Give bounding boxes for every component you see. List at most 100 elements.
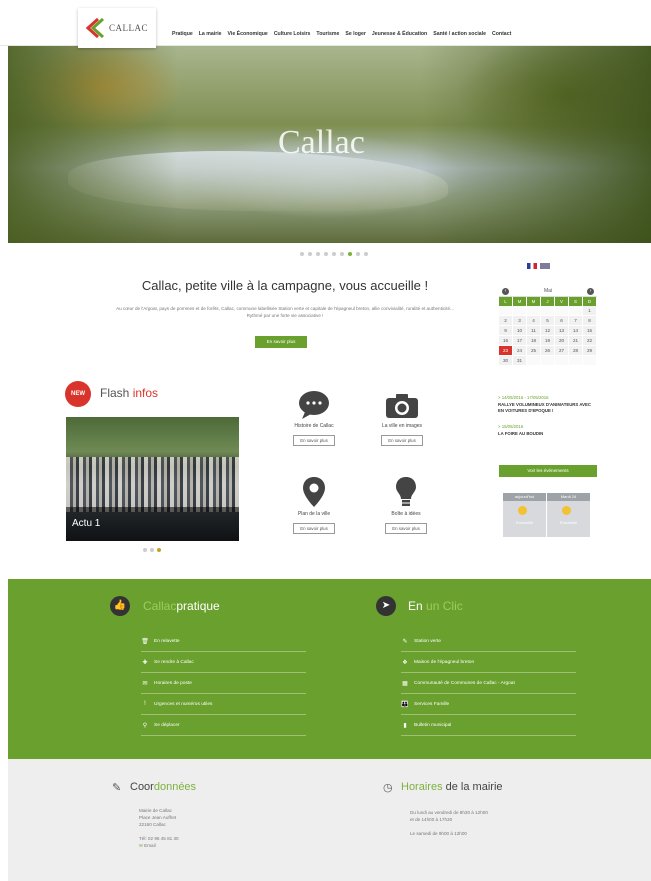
calendar-day-today[interactable]: 23 — [499, 346, 513, 356]
calendar-day[interactable]: 12 — [541, 326, 555, 336]
cursor-icon: ➤ — [376, 596, 396, 616]
tile-more-button[interactable]: En savoir plus — [293, 523, 335, 534]
pratique-item[interactable]: ⚲ Se déplacer — [141, 715, 306, 736]
nav-item-tourisme[interactable]: Tourisme — [316, 31, 339, 37]
coord-email-link[interactable]: ✉ Email — [139, 842, 179, 849]
nav-item-se-loger[interactable]: Se loger — [345, 31, 365, 37]
calendar-day[interactable]: 29 — [583, 346, 597, 356]
calendar-day[interactable]: 13 — [555, 326, 569, 336]
flag-fr-icon[interactable] — [527, 263, 537, 269]
agenda-item[interactable]: > 14/05/2016 - 17/05/2016 RALLYE VOLUMIN… — [498, 395, 598, 414]
clic-item[interactable]: ▮ Bulletin municipal — [401, 715, 576, 736]
calendar-day[interactable]: 1 — [583, 306, 597, 316]
nav-item-vie-economique[interactable]: Vie Économique — [228, 31, 268, 37]
calendar-day[interactable]: 6 — [555, 316, 569, 326]
flag-en-icon[interactable] — [540, 263, 550, 269]
calendar-prev-icon[interactable]: ‹ — [502, 288, 509, 295]
horaires-line: Du lundi au vendredi de 8h30 à 12h00 — [410, 810, 488, 815]
tile-more-button[interactable]: En savoir plus — [385, 523, 427, 534]
calendar-empty-cell — [541, 306, 555, 316]
slider-dot[interactable] — [324, 252, 328, 256]
slider-dot[interactable] — [364, 252, 368, 256]
slider-dot-active[interactable] — [157, 548, 161, 552]
nav-item-culture-loisirs[interactable]: Culture Loisirs — [274, 31, 311, 37]
calendar-day[interactable]: 7 — [569, 316, 583, 326]
calendar-day[interactable]: 25 — [527, 346, 541, 356]
pratique-title-b: pratique — [176, 599, 220, 613]
pratique-item[interactable]: ✚ Se rendre à Callac — [141, 652, 306, 673]
horaires-spacer — [410, 823, 488, 830]
calendar-day[interactable]: 3 — [513, 316, 527, 326]
paperclip-icon: ✎ — [112, 782, 122, 794]
calendar-day[interactable]: 20 — [555, 336, 569, 346]
calendar-grid: 1 2 3 4 5 6 7 8 9 10 11 12 13 14 15 16 17 18 19 20 21 22 23 24 2… — [499, 306, 597, 366]
calendar-day[interactable]: 19 — [541, 336, 555, 346]
slider-dot[interactable] — [300, 252, 304, 256]
clic-title: En un Clic — [408, 599, 463, 613]
clic-item[interactable]: ❖ Maison de l'épagneul breton — [401, 652, 576, 673]
calendar-day[interactable]: 28 — [569, 346, 583, 356]
calendar-day[interactable]: 16 — [499, 336, 513, 346]
pratique-item[interactable]: ! Urgences et numéros utiles — [141, 694, 306, 715]
calendar-weekdays: LMMJVSD — [499, 297, 597, 306]
tile-more-button[interactable]: En savoir plus — [293, 435, 335, 446]
calendar-day[interactable]: 5 — [541, 316, 555, 326]
site-logo[interactable]: CALLAC — [78, 8, 156, 48]
calendar-day[interactable]: 10 — [513, 326, 527, 336]
events-button[interactable]: Voir les événements — [499, 465, 597, 477]
calendar-day[interactable]: 21 — [569, 336, 583, 346]
calendar-day[interactable]: 24 — [513, 346, 527, 356]
calendar: ‹ Mai › LMMJVSD 1 2 3 4 5 6 7 8 9 10 11 12 13 14 15 16 1… — [499, 286, 597, 366]
calendar-day[interactable]: 4 — [527, 316, 541, 326]
slider-dot[interactable] — [356, 252, 360, 256]
calendar-day[interactable]: 30 — [499, 356, 513, 366]
horaires-title-b: de la mairie — [445, 781, 503, 793]
hero-title: Callac — [278, 124, 365, 161]
slider-dot[interactable] — [308, 252, 312, 256]
slider-dot-active[interactable] — [348, 252, 352, 256]
nav-item-jeunesse[interactable]: Jeunesse & Éducation — [372, 31, 427, 37]
calendar-day[interactable]: 22 — [583, 336, 597, 346]
slider-dot[interactable] — [143, 548, 147, 552]
pratique-item[interactable]: 🗑 En relavette — [141, 631, 306, 652]
calendar-day[interactable]: 15 — [583, 326, 597, 336]
nav-item-la-mairie[interactable]: La mairie — [199, 31, 222, 37]
calendar-day[interactable]: 11 — [527, 326, 541, 336]
calendar-day[interactable]: 26 — [541, 346, 555, 356]
slider-dot[interactable] — [150, 548, 154, 552]
slider-dot[interactable] — [332, 252, 336, 256]
clic-item[interactable]: ▦ Communauté de Communes de Callac - Argo… — [401, 673, 576, 694]
calendar-day[interactable]: 9 — [499, 326, 513, 336]
intro-more-button[interactable]: En savoir plus — [255, 336, 307, 348]
pratique-list: 🗑 En relavette ✚ Se rendre à Callac ✉ Horai… — [141, 631, 306, 736]
clic-item[interactable]: 👪 Services Famille — [401, 694, 576, 715]
tile-more-button[interactable]: En savoir plus — [381, 435, 423, 446]
pratique-item[interactable]: ✉ Horaires de poste — [141, 673, 306, 694]
calendar-next-icon[interactable]: › — [587, 288, 594, 295]
clic-item[interactable]: ✎ Station verte — [401, 631, 576, 652]
flash-infos-title: Flash infos — [100, 386, 158, 400]
calendar-day[interactable]: 17 — [513, 336, 527, 346]
slider-dot[interactable] — [316, 252, 320, 256]
crowd-photo — [66, 457, 239, 512]
calendar-day[interactable]: 2 — [499, 316, 513, 326]
agenda-item[interactable]: > 15/05/2016 LA FOIRE AU BOUDIN — [498, 424, 598, 437]
tile-label: Boîte à idées — [391, 511, 421, 517]
calendar-empty-cell — [527, 356, 541, 366]
calendar-empty-cell — [499, 306, 513, 316]
nav-item-sante[interactable]: Santé / action sociale — [433, 31, 486, 37]
slider-dot[interactable] — [340, 252, 344, 256]
flash-news-image[interactable]: Actu 1 — [66, 417, 239, 541]
tile-plan: Plan de la ville En savoir plus — [284, 476, 344, 535]
green-links-section: 👍 Callacpratique 🗑 En relavette ✚ Se rendr… — [8, 579, 651, 759]
calendar-day[interactable]: 8 — [583, 316, 597, 326]
nav-item-pratique[interactable]: Pratique — [172, 31, 193, 37]
speech-bubble-icon — [299, 391, 329, 419]
pratique-item-label: En relavette — [154, 638, 180, 644]
calendar-day[interactable]: 31 — [513, 356, 527, 366]
calendar-day[interactable]: 18 — [527, 336, 541, 346]
calendar-day[interactable]: 27 — [555, 346, 569, 356]
nav-item-contact[interactable]: Contact — [492, 31, 511, 37]
horaires-text: Du lundi au vendredi de 8h30 à 12h00 et … — [410, 809, 488, 837]
calendar-day[interactable]: 14 — [569, 326, 583, 336]
